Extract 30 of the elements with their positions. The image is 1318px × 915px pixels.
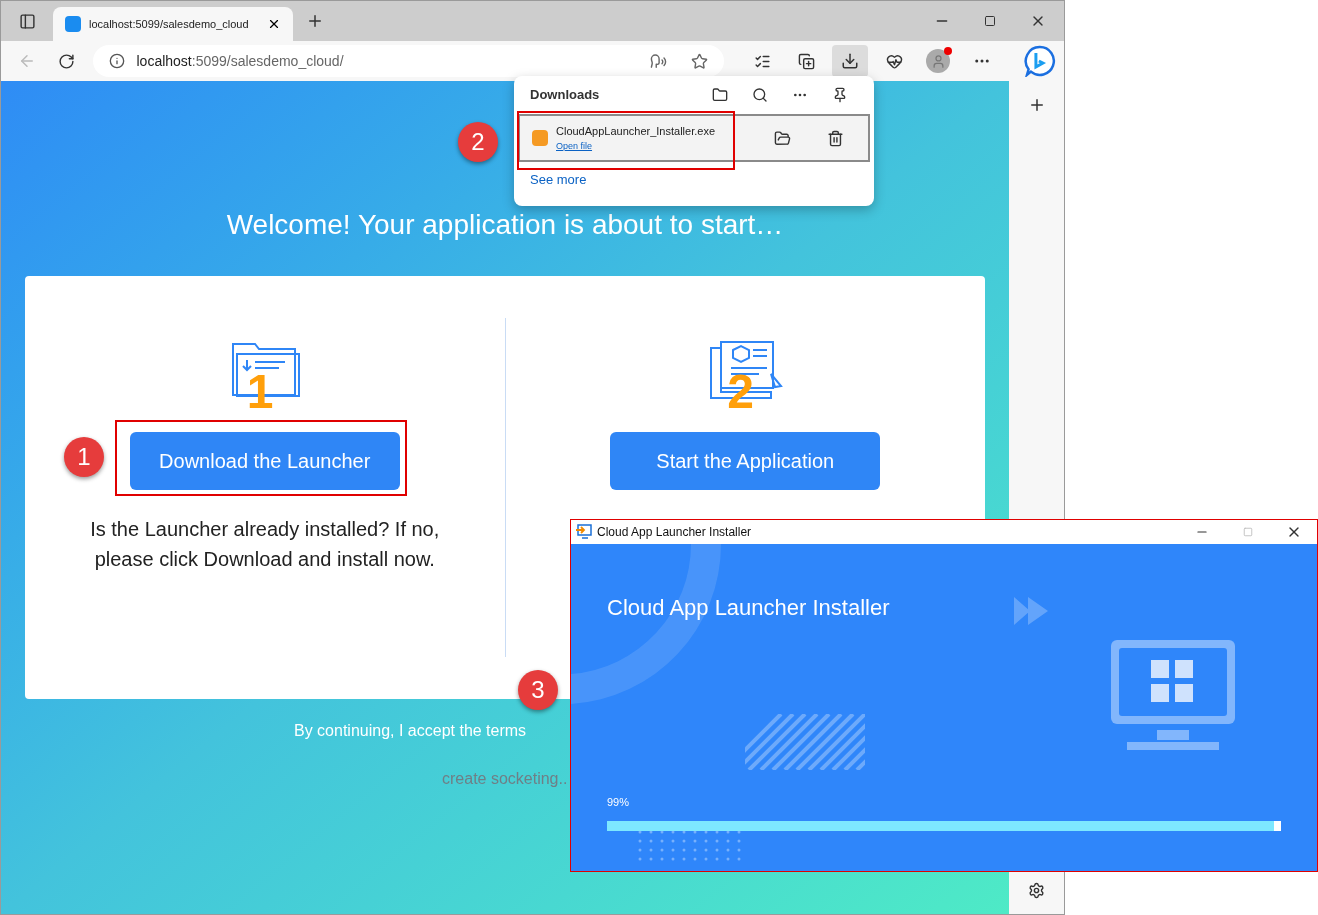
browser-tab[interactable]: localhost:5099/salesdemo_cloud (53, 7, 293, 41)
installer-file-icon (532, 130, 548, 146)
installer-heading: Cloud App Launcher Installer (607, 594, 890, 622)
favorite-star-icon[interactable] (691, 52, 709, 70)
welcome-heading: Welcome! Your application is about to start… (226, 208, 784, 242)
open-file-link[interactable]: Open file (556, 139, 715, 153)
terms-text: By continuing, I accept the terms (294, 721, 527, 741)
chat-bubble-logo-icon[interactable] (1024, 45, 1056, 77)
status-text: create socketing.. (442, 769, 568, 789)
cloud-favicon-icon (65, 16, 81, 32)
read-aloud-icon[interactable] (650, 52, 668, 70)
progress-reading: 99% (607, 796, 630, 808)
fast-forward-decoration (1014, 597, 1050, 625)
download-icon[interactable] (832, 45, 869, 77)
see-more-link[interactable]: See more (530, 170, 587, 190)
delete-icon[interactable] (827, 129, 844, 147)
step-button[interactable]: Start the Application (610, 432, 881, 490)
installer-app-icon (575, 524, 593, 540)
address-bar[interactable]: localhost:5099/salesdemo_cloud/ (92, 45, 725, 77)
download-item[interactable]: CloudAppLauncher_Installer.exe Open file (518, 114, 870, 162)
file-name: CloudAppLauncher_Installer.exe (556, 124, 715, 139)
url-text: localhost:5099/salesdemo_cloud/ (136, 51, 344, 71)
tab-title: localhost:5099/salesdemo_cloud (89, 16, 249, 32)
window-title: Cloud App Launcher Installer (597, 524, 752, 541)
info-icon (108, 53, 125, 69)
downloads-title: Downloads (530, 86, 600, 105)
close-icon[interactable] (267, 17, 281, 31)
step-button[interactable]: Download the Launcher (129, 432, 400, 490)
step-description: Is the Launcher already installed? If no, please click Download and install now. (89, 517, 441, 572)
open-folder-icon[interactable] (774, 129, 791, 147)
